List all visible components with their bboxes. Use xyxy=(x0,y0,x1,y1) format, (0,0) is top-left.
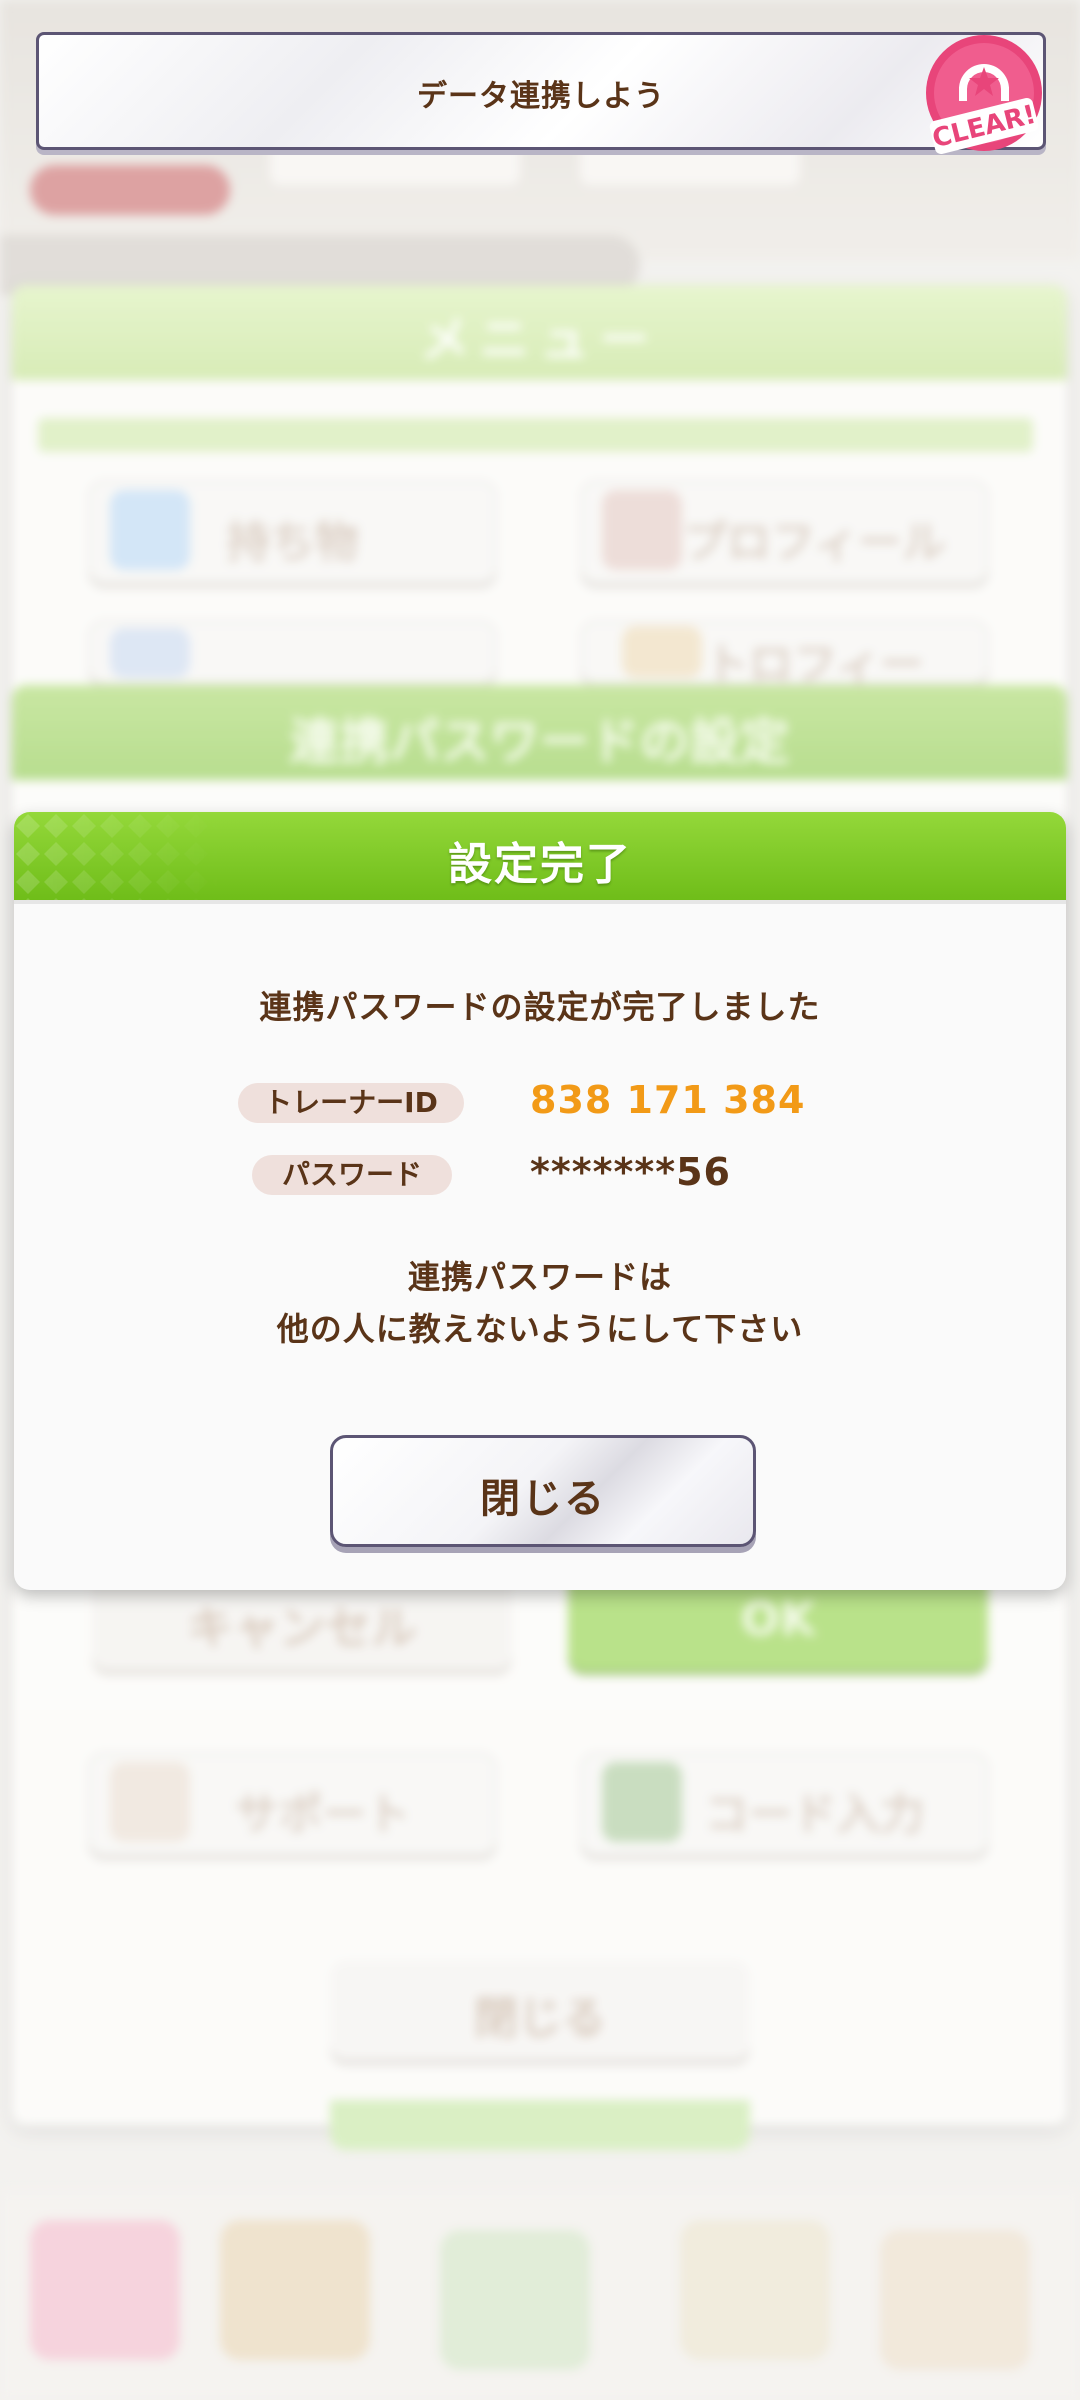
warning-line-2: 他の人に教えないようにして下さい xyxy=(276,1310,804,1348)
close-button[interactable]: 閉じる xyxy=(330,1435,756,1547)
completion-dialog: 設定完了 連携パスワードの設定が完了しました トレーナーID 838 171 3… xyxy=(14,812,1066,1590)
close-button-label: 閉じる xyxy=(480,1476,606,1522)
dialog-header: 設定完了 xyxy=(14,812,1066,900)
password-label: パスワード xyxy=(252,1155,452,1195)
clear-badge-icon: CLEAR! xyxy=(926,35,1042,154)
trainer-id-label: トレーナーID xyxy=(238,1083,464,1123)
password-value: *******56 xyxy=(530,1150,731,1194)
dialog-title: 設定完了 xyxy=(448,839,632,890)
completion-message: 連携パスワードの設定が完了しました xyxy=(259,988,821,1026)
warning-line-1: 連携パスワードは xyxy=(407,1258,672,1296)
mission-banner[interactable]: データ連携しよう CLEAR! xyxy=(36,32,1046,154)
trainer-id-value: 838 171 384 xyxy=(530,1078,806,1122)
mission-label: データ連携しよう xyxy=(417,79,665,114)
dialog-divider xyxy=(14,900,1066,904)
